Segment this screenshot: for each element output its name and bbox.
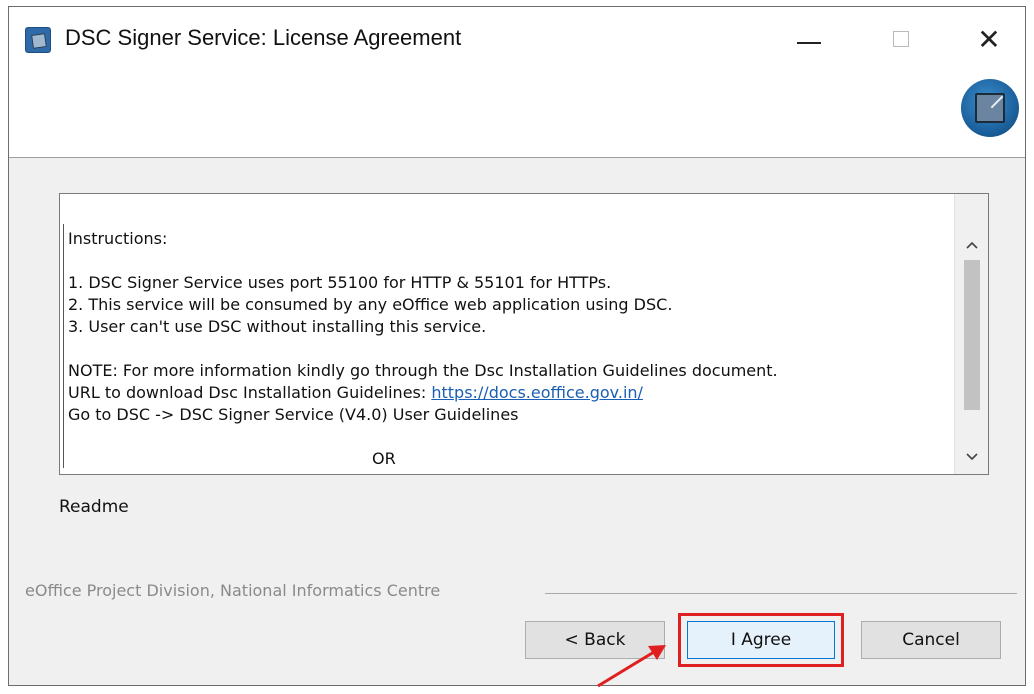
- agree-highlight-box: [678, 613, 844, 667]
- signature-logo-icon: [961, 79, 1019, 137]
- close-icon: ✕: [977, 22, 1001, 56]
- license-item: 3. User can't use DSC without installing…: [68, 317, 487, 336]
- guidelines-link[interactable]: https://docs.eoffice.gov.in/: [431, 383, 643, 402]
- footer-divider: [545, 593, 1017, 594]
- license-item: 2. This service will be consumed by any …: [68, 295, 673, 314]
- scroll-thumb[interactable]: [964, 260, 980, 410]
- minimize-button[interactable]: [779, 17, 839, 61]
- back-button[interactable]: < Back: [525, 621, 665, 659]
- license-textbox[interactable]: Instructions: 1. DSC Signer Service uses…: [59, 193, 989, 475]
- installer-window: DSC Signer Service: License Agreement ✕ …: [8, 6, 1026, 686]
- license-item: 1. DSC Signer Service uses port 55100 fo…: [68, 273, 612, 292]
- chevron-up-icon: [966, 241, 978, 249]
- vertical-scrollbar[interactable]: [954, 194, 988, 474]
- header-banner: [9, 61, 1025, 158]
- footer-branding: eOffice Project Division, National Infor…: [25, 581, 1017, 605]
- license-note: NOTE: For more information kindly go thr…: [68, 361, 778, 380]
- text-cursor-line: [63, 224, 64, 468]
- window-title: DSC Signer Service: License Agreement: [65, 25, 462, 50]
- license-heading: Instructions:: [68, 229, 168, 248]
- readme-label: Readme: [59, 497, 129, 517]
- license-path: Go to DSC -> DSC Signer Service (V4.0) U…: [68, 405, 519, 424]
- maximize-button[interactable]: [871, 17, 931, 61]
- minimize-icon: [797, 42, 821, 44]
- chevron-down-icon: [966, 453, 978, 461]
- scroll-up-button[interactable]: [955, 228, 988, 262]
- maximize-icon: [893, 31, 909, 47]
- scroll-down-button[interactable]: [955, 440, 988, 474]
- cancel-button[interactable]: Cancel: [861, 621, 1001, 659]
- license-url-line: URL to download Dsc Installation Guideli…: [68, 382, 948, 404]
- url-prefix: URL to download Dsc Installation Guideli…: [68, 383, 432, 402]
- license-content: Instructions: 1. DSC Signer Service uses…: [68, 228, 948, 470]
- close-button[interactable]: ✕: [959, 17, 1019, 61]
- branding-text: eOffice Project Division, National Infor…: [25, 581, 449, 600]
- title-bar[interactable]: DSC Signer Service: License Agreement ✕: [9, 7, 1025, 61]
- pen-signature-icon: [25, 27, 51, 53]
- license-or: OR: [372, 449, 396, 468]
